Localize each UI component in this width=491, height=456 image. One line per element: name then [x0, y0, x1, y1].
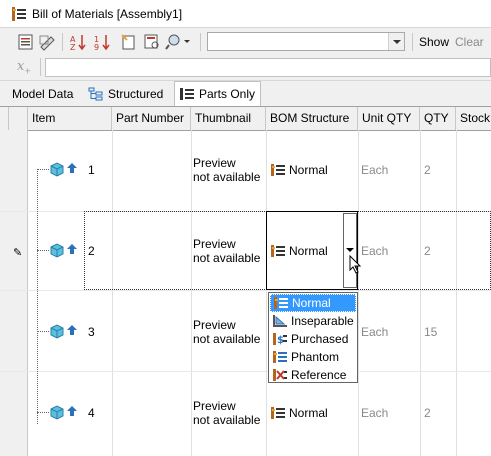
column-header-thumbnail[interactable]: Thumbnail: [191, 107, 266, 130]
phantom-icon: [273, 351, 287, 363]
item-number: 1: [88, 163, 95, 177]
clear-button[interactable]: Clear: [455, 35, 484, 49]
part-type-icon: [67, 325, 77, 335]
part-cube-icon: [50, 405, 64, 420]
part-type-icon: [67, 406, 77, 416]
part-cube-icon: [50, 243, 64, 258]
dropdown-option-normal[interactable]: Normal: [270, 294, 356, 312]
tab-bar: Model Data Structured Parts Only: [0, 81, 491, 106]
structured-icon: [88, 87, 103, 101]
bom-dropdown-button[interactable]: [343, 213, 357, 288]
export-icon[interactable]: [38, 33, 56, 51]
purchased-icon: $: [273, 333, 287, 346]
grid-header: Item Part Number Thumbnail BOM Structure…: [0, 107, 491, 131]
svg-text:$: $: [277, 335, 284, 346]
item-number: 2: [88, 244, 95, 258]
bom-icon: [12, 6, 26, 21]
column-header-qty[interactable]: QTY: [420, 107, 456, 130]
part-type-icon: [67, 163, 77, 173]
window-title: Bill of Materials [Assembly1]: [32, 6, 183, 21]
unit-qty: Each: [361, 163, 389, 177]
find-dropdown-arrow[interactable]: [184, 40, 190, 43]
unit-qty: Each: [361, 406, 389, 420]
inseparable-icon: [273, 315, 287, 327]
find-icon[interactable]: [165, 33, 183, 51]
chevron-down-icon[interactable]: [388, 33, 404, 50]
dropdown-option-phantom[interactable]: Phantom: [270, 348, 356, 366]
show-button[interactable]: Show: [419, 35, 449, 49]
bom-view-icon[interactable]: [17, 33, 35, 51]
reference-icon: [273, 369, 287, 381]
mouse-cursor-icon: [349, 255, 362, 274]
main-toolbar: A Z 1 9 Show Clear: [0, 27, 491, 57]
thumbnail-text: not available: [193, 170, 261, 184]
qty: 2: [424, 244, 431, 258]
part-type-icon: [67, 244, 77, 254]
title-bar: Bill of Materials [Assembly1]: [0, 0, 491, 27]
part-cube-icon: [50, 324, 64, 339]
column-header-stock[interactable]: Stock: [456, 107, 491, 130]
thumbnail-text: Preview: [193, 399, 236, 413]
column-header-bom-structure[interactable]: BOM Structure: [266, 107, 358, 130]
filter-combo[interactable]: [207, 32, 405, 51]
sort-descending-icon[interactable]: 1 9: [93, 33, 111, 51]
zoom-icon[interactable]: [143, 33, 161, 51]
tab-parts-only[interactable]: Parts Only: [174, 81, 261, 106]
column-header-unit-qty[interactable]: Unit QTY: [358, 107, 420, 130]
unit-qty: Each: [361, 244, 389, 258]
dropdown-option-purchased[interactable]: $ Purchased: [270, 330, 356, 348]
thumbnail-text: not available: [193, 251, 261, 265]
bom-grid: Item Part Number Thumbnail BOM Structure…: [0, 106, 491, 456]
new-icon[interactable]: [120, 33, 138, 51]
bom-structure-cell[interactable]: Normal: [270, 406, 328, 420]
bom-structure-dropdown: Normal Inseparable $ Purchased Phantom R…: [268, 292, 358, 383]
part-cube-icon: [50, 162, 64, 177]
sort-ascending-icon[interactable]: A Z: [69, 33, 87, 51]
formula-icon[interactable]: x+: [17, 59, 37, 76]
qty: 15: [424, 325, 438, 339]
qty: 2: [424, 406, 431, 420]
parts-only-icon: [180, 88, 194, 100]
bom-normal-icon: [271, 407, 285, 419]
thumbnail-text: Preview: [193, 237, 236, 251]
item-number: 4: [88, 406, 95, 420]
tab-model-data[interactable]: Model Data: [8, 83, 77, 105]
bom-normal-icon: [274, 297, 288, 309]
unit-qty: Each: [361, 325, 389, 339]
dropdown-option-inseparable[interactable]: Inseparable: [270, 312, 356, 330]
formula-input[interactable]: [45, 58, 491, 77]
svg-text:9: 9: [94, 43, 99, 51]
qty: 2: [424, 163, 431, 177]
tab-structured[interactable]: Structured: [84, 83, 167, 105]
formula-bar: x+: [0, 55, 491, 81]
edit-pencil-icon: ✎: [13, 247, 23, 259]
bom-normal-icon: [271, 245, 285, 257]
thumbnail-text: not available: [193, 413, 261, 427]
svg-text:Z: Z: [70, 43, 76, 51]
thumbnail-text: Preview: [193, 318, 236, 332]
column-header-item[interactable]: Item: [28, 107, 112, 130]
thumbnail-text: not available: [193, 332, 261, 346]
dropdown-option-reference[interactable]: Reference: [270, 366, 356, 384]
thumbnail-text: Preview: [193, 156, 236, 170]
bom-structure-cell[interactable]: Normal: [270, 163, 328, 177]
item-number: 3: [88, 325, 95, 339]
bom-normal-icon: [271, 164, 285, 176]
bom-structure-cell[interactable]: Normal: [270, 244, 328, 258]
column-header-part-number[interactable]: Part Number: [112, 107, 191, 130]
